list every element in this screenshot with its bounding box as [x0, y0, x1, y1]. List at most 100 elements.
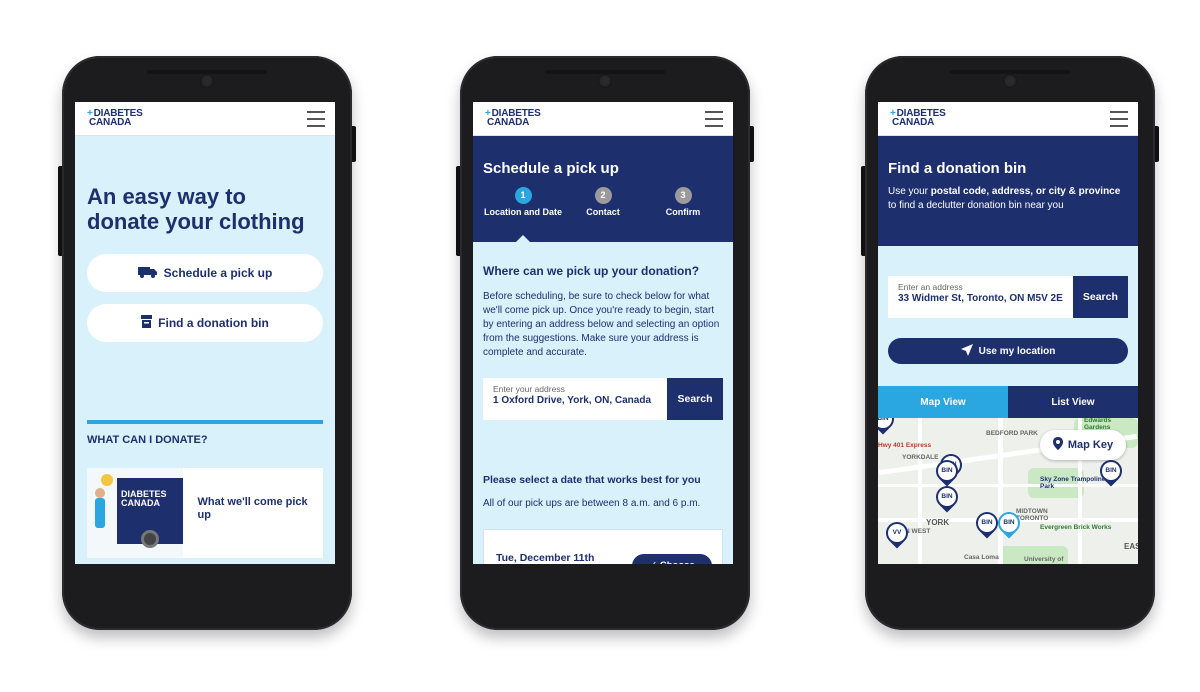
map-label: EAST — [1124, 542, 1138, 551]
use-location-button[interactable]: Use my location — [888, 338, 1128, 364]
date-value: Tue, December 11th — [496, 552, 595, 564]
view-tabs: Map View List View — [878, 386, 1138, 418]
step-number: 2 — [594, 187, 612, 204]
find-bin-label: Find a donation bin — [158, 316, 269, 330]
pin-label: BIN — [978, 514, 996, 532]
pin-label: BIN — [938, 462, 956, 480]
phone-home: +DIABETES CANADA An easy way to donate y… — [58, 56, 356, 630]
location-pin-icon — [1052, 437, 1063, 453]
address-input[interactable]: Enter your address 1 Oxford Drive, York,… — [483, 378, 667, 420]
address-placeholder: Enter your address — [493, 384, 565, 394]
subtitle-bold: postal code, address, or city & province — [930, 186, 1121, 197]
step-label: Contact — [586, 207, 620, 217]
wheel-icon — [141, 530, 159, 548]
page-title: Schedule a pick up — [483, 160, 619, 177]
map-key-button[interactable]: Map Key — [1040, 430, 1126, 460]
truck-logo-line-2: CANADA — [121, 498, 160, 508]
truck-logo: DIABETES CANADA — [121, 490, 167, 508]
subtitle-suffix: to find a declutter donation bin near yo… — [888, 200, 1064, 211]
find-bin-header: Find a donation bin Use your postal code… — [878, 136, 1138, 246]
app-header: +DIABETES CANADA — [473, 102, 733, 136]
phone-find-bin: +DIABETES CANADA Find a donation bin Use… — [861, 56, 1159, 630]
diabetes-canada-logo[interactable]: +DIABETES CANADA — [890, 109, 946, 128]
card-text: What we'll come pick up — [197, 496, 308, 521]
schedule-pickup-button[interactable]: Schedule a pick up — [87, 254, 323, 292]
logo-line-2: CANADA — [487, 117, 530, 128]
vv-pin[interactable]: VV — [881, 517, 913, 549]
volume-button — [456, 166, 460, 256]
choose-button[interactable]: ✓ Choose — [632, 554, 712, 564]
date-note: All of our pick ups are between 8 a.m. a… — [483, 498, 701, 509]
address-input[interactable]: Enter an address 33 Widmer St, Toronto, … — [888, 276, 1073, 318]
find-bin-subtitle: Use your postal code, address, or city &… — [888, 185, 1128, 213]
volume-button — [861, 166, 865, 256]
truck-illustration: DIABETES CANADA — [87, 468, 184, 558]
hamburger-menu-icon[interactable] — [307, 111, 325, 127]
bin-icon — [141, 315, 153, 331]
screen: +DIABETES CANADA An easy way to donate y… — [75, 102, 335, 564]
date-question: Please select a date that works best for… — [483, 474, 701, 486]
bin-pin[interactable]: BIN — [878, 418, 899, 435]
bin-map[interactable]: Hwy 401 Express BEDFORD PARK YORKDALE Ed… — [878, 418, 1138, 564]
app-header: +DIABETES CANADA — [75, 102, 335, 136]
truck-icon — [137, 266, 158, 281]
diabetes-canada-logo[interactable]: +DIABETES CANADA — [87, 109, 143, 128]
use-location-label: Use my location — [978, 345, 1056, 357]
map-label: Hwy 401 Express — [878, 442, 932, 449]
date-option-card[interactable]: Tue, December 11th ✓ Choose — [483, 529, 723, 564]
search-button[interactable]: Search — [667, 378, 723, 420]
map-road — [998, 418, 1003, 564]
hamburger-menu-icon[interactable] — [1110, 111, 1128, 127]
address-search: Enter an address 33 Widmer St, Toronto, … — [888, 276, 1128, 318]
pin-label: BIN — [1102, 462, 1120, 480]
search-button[interactable]: Search — [1072, 276, 1128, 318]
instructions: Before scheduling, be sure to check belo… — [483, 291, 720, 358]
logo-line-2: CANADA — [89, 117, 132, 128]
address-placeholder: Enter an address — [898, 282, 963, 292]
step-label: Location and Date — [483, 207, 562, 217]
tab-map-view[interactable]: Map View — [878, 386, 1008, 418]
step-contact[interactable]: 2 Contact — [563, 187, 643, 217]
active-step-notch — [515, 235, 531, 243]
hero-title: An easy way to donate your clothing — [87, 184, 305, 234]
step-location[interactable]: 1 Location and Date — [483, 187, 563, 217]
stage: +DIABETES CANADA An easy way to donate y… — [0, 0, 1200, 692]
address-value: 1 Oxford Drive, York, ON, Canada — [493, 395, 652, 406]
person-head — [95, 488, 105, 498]
map-label: Evergreen Brick Works — [1040, 524, 1112, 531]
find-bin-body: Enter an address 33 Widmer St, Toronto, … — [878, 246, 1138, 364]
person-icon — [95, 498, 105, 528]
navigation-arrow-icon — [960, 343, 973, 359]
pin-label: BIN — [938, 488, 956, 506]
phone-schedule: +DIABETES CANADA Schedule a pick up 1 Lo… — [456, 56, 754, 630]
earpiece — [598, 74, 612, 88]
screen: +DIABETES CANADA Find a donation bin Use… — [878, 102, 1138, 564]
what-can-donate-heading[interactable]: WHAT CAN I DONATE? — [75, 424, 335, 446]
schedule-pickup-label: Schedule a pick up — [163, 266, 273, 280]
sun-icon — [101, 474, 113, 486]
map-label: MIDTOWN TORONTO — [1016, 508, 1049, 522]
power-button — [1155, 126, 1159, 162]
map-label: YORK — [926, 518, 950, 527]
pin-label: BIN — [878, 418, 892, 428]
step-label: Confirm — [665, 207, 701, 217]
earpiece — [1003, 74, 1017, 88]
volume-button — [58, 166, 62, 256]
hamburger-menu-icon[interactable] — [705, 111, 723, 127]
map-label: BEDFORD PARK — [986, 430, 1038, 437]
pin-label: BIN — [1000, 514, 1018, 532]
map-key-label: Map Key — [1067, 439, 1114, 451]
find-bin-button[interactable]: Find a donation bin — [87, 304, 323, 342]
earpiece — [200, 74, 214, 88]
step-number: 3 — [674, 187, 692, 204]
step-number: 1 — [514, 187, 532, 204]
schedule-header: Schedule a pick up 1 Location and Date 2… — [473, 136, 733, 243]
map-label: University of — [1024, 556, 1064, 563]
diabetes-canada-logo[interactable]: +DIABETES CANADA — [485, 109, 541, 128]
step-confirm[interactable]: 3 Confirm — [643, 187, 723, 217]
hero: An easy way to donate your clothing Sche… — [75, 136, 335, 342]
power-button — [750, 126, 754, 162]
tab-list-view[interactable]: List View — [1008, 386, 1138, 418]
page-title: Find a donation bin — [888, 160, 1027, 177]
what-we-pickup-card[interactable]: DIABETES CANADA What we'll come pick up — [87, 468, 323, 558]
